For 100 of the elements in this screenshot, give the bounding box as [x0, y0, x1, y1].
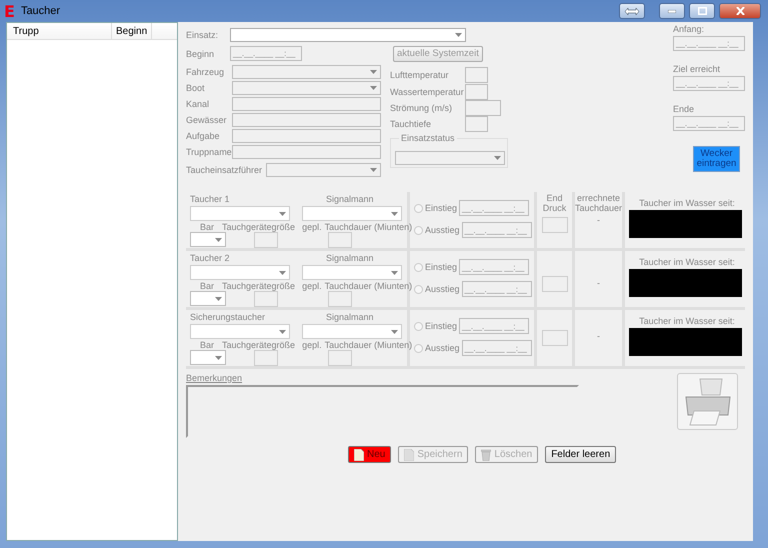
alarm-button[interactable]: Wecker eintragen [693, 146, 740, 172]
number-field[interactable] [542, 330, 568, 346]
number-field[interactable] [254, 232, 278, 248]
note-icon [354, 448, 364, 460]
radio-button[interactable] [414, 262, 423, 272]
dropdown[interactable] [190, 206, 290, 221]
dropdown-arrow-icon [215, 356, 222, 360]
number-field[interactable] [254, 291, 278, 307]
number-field[interactable] [328, 232, 352, 248]
dropdown[interactable] [190, 324, 290, 339]
field-label: Signalmann [325, 253, 374, 265]
dropdown[interactable] [190, 232, 226, 247]
dropdown-arrow-icon [391, 212, 398, 216]
diver-label: Taucher 1 [190, 194, 231, 206]
field-label: Truppname [186, 147, 232, 157]
dropdown[interactable] [302, 265, 402, 280]
number-field[interactable] [254, 350, 278, 366]
number-field[interactable] [328, 291, 352, 307]
field-label: Ausstieg [425, 225, 460, 235]
date-time-field[interactable]: __.__.____ __:__ [462, 281, 532, 297]
minimize-button[interactable] [659, 3, 685, 19]
radio-button[interactable] [414, 204, 423, 212]
column-header[interactable]: Beginn [112, 23, 152, 39]
field-label: Ziel erreicht [673, 64, 722, 76]
dropdown[interactable] [395, 151, 505, 165]
diver-label: Sicherungstaucher [190, 312, 266, 324]
field-label: Fahrzeug [186, 67, 226, 77]
number-field[interactable] [465, 116, 488, 132]
close-button[interactable] [719, 3, 761, 19]
field-label: Bemerkungen [186, 373, 244, 383]
radio-button[interactable] [414, 344, 423, 352]
app-logo: E [4, 2, 15, 20]
remarks-field[interactable] [186, 385, 579, 438]
date-time-field[interactable]: __.__.____ __:__ [462, 222, 532, 238]
number-field[interactable] [542, 276, 568, 292]
field-label: Beginn [186, 48, 216, 58]
column-header: errechnete Tauchdauer [575, 192, 622, 215]
field-label: Ausstieg [425, 284, 460, 294]
field-label: Strömung (m/s) [390, 102, 454, 112]
window-title: Taucher [20, 5, 60, 17]
field-label: Einsatz: [186, 30, 220, 40]
clear-button[interactable]: Felder leeren [545, 446, 616, 463]
field-label: Tauchdauer (Miunten) [324, 340, 412, 350]
date-time-field[interactable]: __.__.____ __:__ [673, 116, 745, 131]
radio-button[interactable] [414, 284, 423, 294]
dropdown[interactable] [230, 28, 466, 42]
dropdown-arrow-icon [455, 32, 462, 36]
date-time-field[interactable]: __.__.____ __:__ [462, 340, 532, 356]
dropdown-arrow-icon [215, 296, 222, 300]
date-time-field[interactable]: __.__.____ __:__ [459, 318, 530, 334]
dropdown[interactable] [190, 350, 226, 365]
number-field[interactable] [542, 217, 568, 233]
field-label: Wassertemperatur [390, 86, 465, 96]
dropdown-arrow-icon [279, 212, 286, 216]
field-label: Taucher im Wasser seit: [639, 257, 735, 267]
dropdown[interactable] [190, 291, 226, 306]
dropdown-arrow-icon [370, 70, 377, 74]
field-label: Kanal [186, 99, 210, 109]
field-label: Tauchgerätegröße [222, 340, 296, 350]
list-view[interactable]: Trupp Beginn [6, 22, 178, 541]
field-label: Bar [200, 222, 214, 232]
field-label: Gewässer [186, 115, 228, 125]
resize-button[interactable] [619, 3, 645, 19]
trash-icon [481, 448, 492, 460]
field-label: Lufttemperatur [390, 70, 450, 80]
dropdown-arrow-icon [494, 156, 501, 160]
dropdown-arrow-icon [391, 330, 398, 334]
double-arrow-icon [625, 8, 639, 14]
radio-button[interactable] [414, 322, 423, 330]
number-field[interactable] [465, 100, 501, 116]
maximize-button[interactable] [689, 3, 715, 19]
field-label: Anfang: [673, 24, 706, 36]
new-button[interactable]: Neu [348, 446, 392, 463]
system-time-button[interactable]: aktuelle Systemzeit [393, 46, 483, 62]
column-header[interactable]: Trupp [7, 23, 112, 39]
field-label: Tauchgerätegröße [222, 222, 296, 232]
number-field[interactable] [465, 84, 488, 100]
field-label: Einstieg [425, 203, 458, 213]
date-time-field[interactable]: __.__.____ __:__ [459, 200, 530, 216]
dropdown[interactable] [302, 206, 402, 221]
field-label: Tauchdauer (Miunten) [324, 281, 412, 291]
date-time-field[interactable]: __.__.____ __:__ [673, 36, 745, 51]
dropdown-arrow-icon [370, 168, 377, 172]
duration-value: - [596, 278, 601, 288]
minimize-icon [668, 10, 676, 12]
date-time-field[interactable]: __.__.____ __:__ [673, 76, 745, 91]
field-label: Taucheinsatzführer [186, 165, 264, 175]
dropdown[interactable] [190, 265, 290, 280]
field-label: gepl. [302, 340, 322, 350]
field-label: Boot [186, 83, 206, 93]
number-field[interactable] [465, 66, 488, 82]
duration-value: - [596, 331, 601, 341]
close-icon [736, 7, 744, 15]
radio-button[interactable] [414, 226, 423, 234]
dropdown[interactable] [302, 324, 402, 339]
maximize-icon [698, 7, 706, 15]
number-field[interactable] [328, 350, 352, 366]
field-label: Bar [200, 281, 214, 291]
print-button[interactable] [677, 373, 738, 430]
date-time-field[interactable]: __.__.____ __:__ [459, 259, 530, 275]
